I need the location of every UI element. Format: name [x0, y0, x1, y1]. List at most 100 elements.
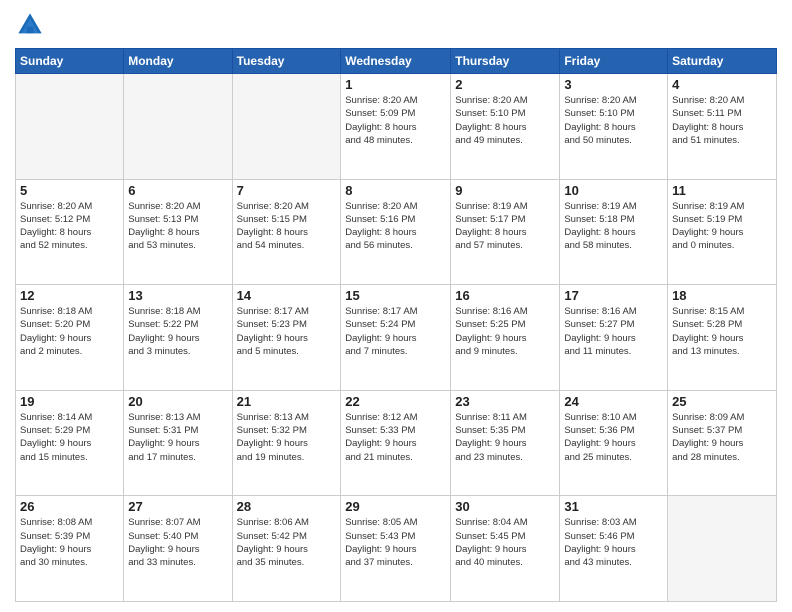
day-number: 19 — [20, 394, 119, 409]
day-info: Sunrise: 8:12 AM Sunset: 5:33 PM Dayligh… — [345, 411, 446, 464]
day-info: Sunrise: 8:20 AM Sunset: 5:11 PM Dayligh… — [672, 94, 772, 147]
calendar-cell: 3 Sunrise: 8:20 AM Sunset: 5:10 PM Daylig… — [560, 74, 668, 180]
day-number: 26 — [20, 499, 119, 514]
calendar-cell: 31 Sunrise: 8:03 AM Sunset: 5:46 PM Dayli… — [560, 496, 668, 602]
day-number: 9 — [455, 183, 555, 198]
calendar-cell: 2 Sunrise: 8:20 AM Sunset: 5:10 PM Daylig… — [451, 74, 560, 180]
day-info: Sunrise: 8:20 AM Sunset: 5:10 PM Dayligh… — [455, 94, 555, 147]
day-number: 25 — [672, 394, 772, 409]
week-row-3: 12Sunrise: 8:18 AM Sunset: 5:20 PM Dayli… — [16, 285, 777, 391]
day-number: 23 — [455, 394, 555, 409]
day-info: Sunrise: 8:09 AM Sunset: 5:37 PM Dayligh… — [672, 411, 772, 464]
day-number: 10 — [564, 183, 663, 198]
week-row-4: 19 Sunrise: 8:14 AM Sunset: 5:29 PM Dayli… — [16, 390, 777, 496]
day-info: Sunrise: 8:14 AM Sunset: 5:29 PM Dayligh… — [20, 411, 119, 464]
day-info: Sunrise: 8:17 AM Sunset: 5:24 PM Dayligh… — [345, 305, 446, 358]
day-info: Sunrise: 8:19 AM Sunset: 5:18 PM Dayligh… — [564, 200, 663, 253]
calendar-table: SundayMondayTuesdayWednesdayThursdayFrid… — [15, 48, 777, 602]
day-info: Sunrise: 8:18 AM Sunset: 5:20 PM Dayligh… — [20, 305, 119, 358]
calendar-cell: 4 Sunrise: 8:20 AM Sunset: 5:11 PM Daylig… — [668, 74, 777, 180]
calendar-cell — [16, 74, 124, 180]
day-number: 22 — [345, 394, 446, 409]
calendar-cell: 14Sunrise: 8:17 AM Sunset: 5:23 PM Dayli… — [232, 285, 341, 391]
week-row-2: 5Sunrise: 8:20 AM Sunset: 5:12 PM Daylig… — [16, 179, 777, 285]
weekday-header-tuesday: Tuesday — [232, 49, 341, 74]
day-info: Sunrise: 8:20 AM Sunset: 5:09 PM Dayligh… — [345, 94, 446, 147]
weekday-header-sunday: Sunday — [16, 49, 124, 74]
weekday-header-thursday: Thursday — [451, 49, 560, 74]
day-number: 13 — [128, 288, 227, 303]
day-info: Sunrise: 8:16 AM Sunset: 5:25 PM Dayligh… — [455, 305, 555, 358]
day-number: 7 — [237, 183, 337, 198]
day-info: Sunrise: 8:20 AM Sunset: 5:16 PM Dayligh… — [345, 200, 446, 253]
calendar-cell: 1 Sunrise: 8:20 AM Sunset: 5:09 PM Daylig… — [341, 74, 451, 180]
day-number: 18 — [672, 288, 772, 303]
day-number: 17 — [564, 288, 663, 303]
day-info: Sunrise: 8:20 AM Sunset: 5:13 PM Dayligh… — [128, 200, 227, 253]
calendar-cell — [232, 74, 341, 180]
day-number: 20 — [128, 394, 227, 409]
calendar-cell: 25 Sunrise: 8:09 AM Sunset: 5:37 PM Dayli… — [668, 390, 777, 496]
page: SundayMondayTuesdayWednesdayThursdayFrid… — [0, 0, 792, 612]
calendar-cell — [668, 496, 777, 602]
weekday-header-friday: Friday — [560, 49, 668, 74]
calendar-cell: 13 Sunrise: 8:18 AM Sunset: 5:22 PM Dayli… — [124, 285, 232, 391]
day-info: Sunrise: 8:18 AM Sunset: 5:22 PM Dayligh… — [128, 305, 227, 358]
day-number: 31 — [564, 499, 663, 514]
calendar-cell: 19 Sunrise: 8:14 AM Sunset: 5:29 PM Dayli… — [16, 390, 124, 496]
day-info: Sunrise: 8:03 AM Sunset: 5:46 PM Dayligh… — [564, 516, 663, 569]
day-info: Sunrise: 8:19 AM Sunset: 5:17 PM Dayligh… — [455, 200, 555, 253]
calendar-cell: 27 Sunrise: 8:07 AM Sunset: 5:40 PM Dayli… — [124, 496, 232, 602]
day-number: 27 — [128, 499, 227, 514]
logo-icon — [15, 10, 45, 40]
day-info: Sunrise: 8:10 AM Sunset: 5:36 PM Dayligh… — [564, 411, 663, 464]
calendar-cell: 28Sunrise: 8:06 AM Sunset: 5:42 PM Dayli… — [232, 496, 341, 602]
calendar-cell — [124, 74, 232, 180]
calendar-cell: 21 Sunrise: 8:13 AM Sunset: 5:32 PM Dayli… — [232, 390, 341, 496]
day-number: 1 — [345, 77, 446, 92]
calendar-cell: 6 Sunrise: 8:20 AM Sunset: 5:13 PM Daylig… — [124, 179, 232, 285]
day-info: Sunrise: 8:13 AM Sunset: 5:32 PM Dayligh… — [237, 411, 337, 464]
logo — [15, 10, 49, 40]
calendar-cell: 26Sunrise: 8:08 AM Sunset: 5:39 PM Dayli… — [16, 496, 124, 602]
calendar-cell: 11 Sunrise: 8:19 AM Sunset: 5:19 PM Dayli… — [668, 179, 777, 285]
weekday-header-monday: Monday — [124, 49, 232, 74]
week-row-1: 1 Sunrise: 8:20 AM Sunset: 5:09 PM Daylig… — [16, 74, 777, 180]
day-info: Sunrise: 8:19 AM Sunset: 5:19 PM Dayligh… — [672, 200, 772, 253]
day-info: Sunrise: 8:20 AM Sunset: 5:15 PM Dayligh… — [237, 200, 337, 253]
calendar-cell: 18 Sunrise: 8:15 AM Sunset: 5:28 PM Dayli… — [668, 285, 777, 391]
day-number: 21 — [237, 394, 337, 409]
calendar-cell: 10 Sunrise: 8:19 AM Sunset: 5:18 PM Dayli… — [560, 179, 668, 285]
day-number: 6 — [128, 183, 227, 198]
day-number: 3 — [564, 77, 663, 92]
day-info: Sunrise: 8:04 AM Sunset: 5:45 PM Dayligh… — [455, 516, 555, 569]
day-number: 2 — [455, 77, 555, 92]
calendar-cell: 30 Sunrise: 8:04 AM Sunset: 5:45 PM Dayli… — [451, 496, 560, 602]
day-number: 24 — [564, 394, 663, 409]
day-number: 14 — [237, 288, 337, 303]
calendar-cell: 20Sunrise: 8:13 AM Sunset: 5:31 PM Dayli… — [124, 390, 232, 496]
calendar-cell: 29Sunrise: 8:05 AM Sunset: 5:43 PM Dayli… — [341, 496, 451, 602]
day-number: 29 — [345, 499, 446, 514]
day-number: 8 — [345, 183, 446, 198]
weekday-header-row: SundayMondayTuesdayWednesdayThursdayFrid… — [16, 49, 777, 74]
calendar-cell: 8 Sunrise: 8:20 AM Sunset: 5:16 PM Daylig… — [341, 179, 451, 285]
day-number: 4 — [672, 77, 772, 92]
calendar-cell: 12Sunrise: 8:18 AM Sunset: 5:20 PM Dayli… — [16, 285, 124, 391]
calendar-cell: 16 Sunrise: 8:16 AM Sunset: 5:25 PM Dayli… — [451, 285, 560, 391]
calendar-cell: 5Sunrise: 8:20 AM Sunset: 5:12 PM Daylig… — [16, 179, 124, 285]
day-info: Sunrise: 8:15 AM Sunset: 5:28 PM Dayligh… — [672, 305, 772, 358]
day-info: Sunrise: 8:20 AM Sunset: 5:12 PM Dayligh… — [20, 200, 119, 253]
day-info: Sunrise: 8:06 AM Sunset: 5:42 PM Dayligh… — [237, 516, 337, 569]
day-info: Sunrise: 8:20 AM Sunset: 5:10 PM Dayligh… — [564, 94, 663, 147]
day-info: Sunrise: 8:07 AM Sunset: 5:40 PM Dayligh… — [128, 516, 227, 569]
day-number: 30 — [455, 499, 555, 514]
day-info: Sunrise: 8:11 AM Sunset: 5:35 PM Dayligh… — [455, 411, 555, 464]
header — [15, 10, 777, 40]
calendar-cell: 23 Sunrise: 8:11 AM Sunset: 5:35 PM Dayli… — [451, 390, 560, 496]
day-number: 16 — [455, 288, 555, 303]
day-number: 15 — [345, 288, 446, 303]
weekday-header-wednesday: Wednesday — [341, 49, 451, 74]
day-number: 11 — [672, 183, 772, 198]
calendar-cell: 7 Sunrise: 8:20 AM Sunset: 5:15 PM Daylig… — [232, 179, 341, 285]
